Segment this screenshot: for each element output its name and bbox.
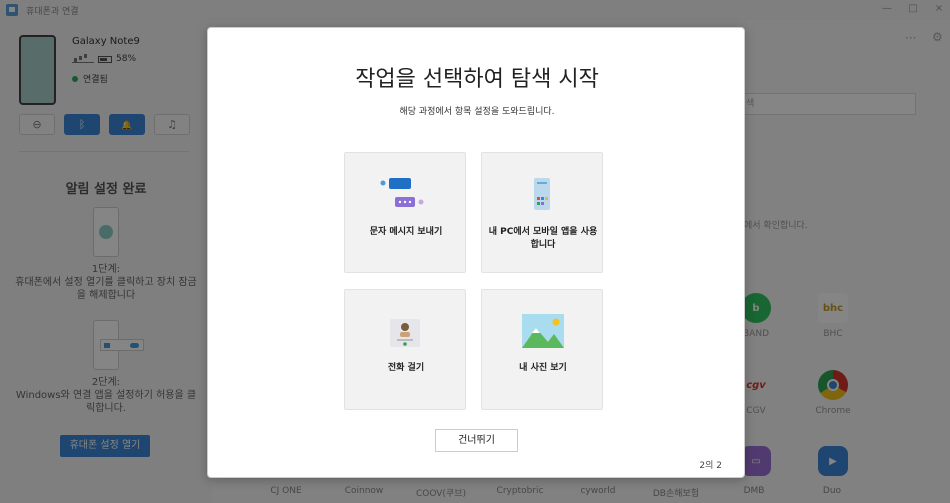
chat-bubbles-icon bbox=[380, 178, 424, 207]
card-label: 전화 걸기 bbox=[387, 363, 425, 373]
phone-call-icon bbox=[390, 319, 420, 347]
dialog-title: 작업을 선택하여 탐색 시작 bbox=[355, 67, 599, 92]
card-send-messages[interactable]: 문자 메시지 보내기 bbox=[344, 152, 466, 273]
card-view-photos[interactable]: 내 사진 보기 bbox=[481, 289, 603, 410]
page-indicator: 2의 2 bbox=[699, 461, 722, 471]
dialog-subtitle: 해당 과정에서 항목 설정을 도와드립니다. bbox=[399, 107, 555, 117]
onboarding-dialog: 작업을 선택하여 탐색 시작 해당 과정에서 항목 설정을 도와드립니다. 문자… bbox=[207, 27, 745, 478]
phone-apps-icon bbox=[534, 178, 550, 210]
card-label: 문자 메시지 보내기 bbox=[369, 227, 443, 237]
skip-button[interactable]: 건너뛰기 bbox=[435, 429, 518, 452]
card-label: 내 사진 보기 bbox=[519, 363, 567, 373]
card-make-calls[interactable]: 전화 걸기 bbox=[344, 289, 466, 410]
photo-landscape-icon bbox=[522, 314, 564, 348]
card-label: 내 PC에서 모바일 앱을 사용합니다 bbox=[488, 227, 598, 250]
card-use-mobile-apps[interactable]: 내 PC에서 모바일 앱을 사용합니다 bbox=[481, 152, 603, 273]
